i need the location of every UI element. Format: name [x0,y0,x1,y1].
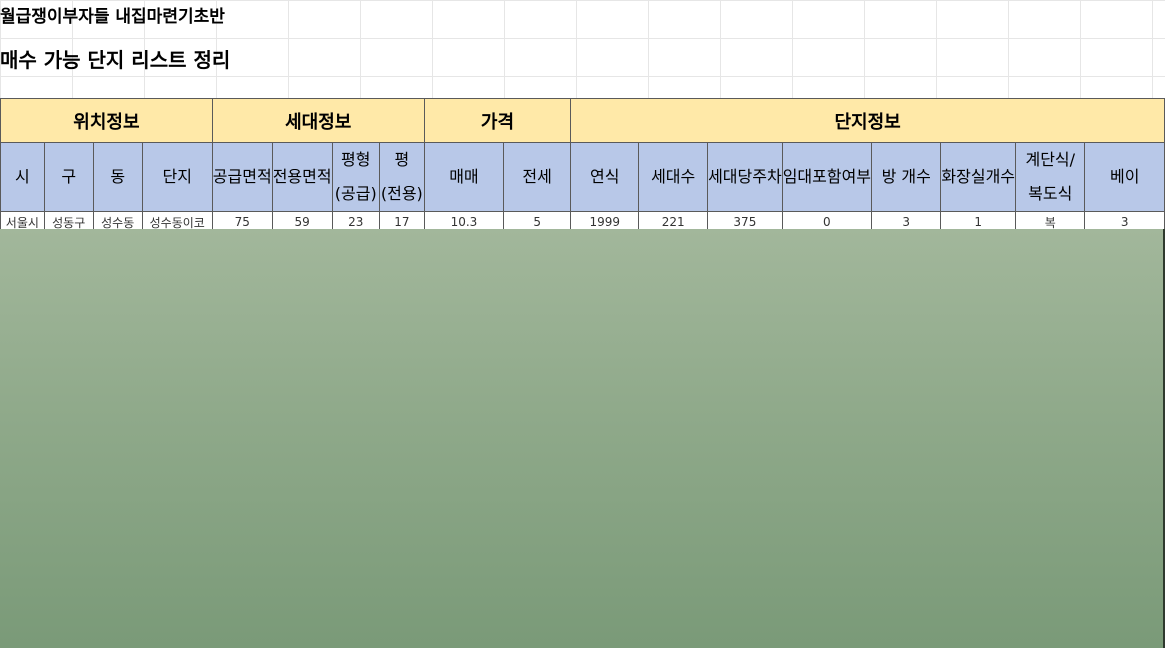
col-si[interactable]: 시 [0,142,45,212]
col-households[interactable]: 세대수 [638,142,709,212]
col-danji[interactable]: 단지 [141,142,213,212]
col-year[interactable]: 연식 [570,142,640,212]
col-jeonse[interactable]: 전세 [503,142,572,212]
sheet-title[interactable]: 월급쟁이부자들 내집마련기초반 [0,4,225,30]
col-pyeong-exclusive[interactable]: 평(전용) [378,142,425,212]
col-sale[interactable]: 매매 [423,142,505,212]
col-exclusive-area[interactable]: 전용면적 [271,142,333,212]
column-header-row: 시 구 동 단지 공급면적 전용면적 평형(공급) 평(전용) 매매 전세 연식… [0,142,1165,212]
col-supply-area[interactable]: 공급면적 [211,142,273,212]
col-bathrooms[interactable]: 화장실개수 [940,142,1017,212]
complex-list-table: 위치정보 세대정보 가격 단지정보 시 구 동 단지 공급면적 전용면적 평형(… [0,98,1165,233]
col-bay[interactable]: 베이 [1084,142,1165,212]
col-parking[interactable]: 세대당주차 [707,142,783,212]
col-rooms[interactable]: 방 개수 [871,142,942,212]
col-stair-type[interactable]: 계단식/복도식 [1015,142,1086,212]
col-pyeong-supply[interactable]: 평형(공급) [331,142,380,212]
group-complex[interactable]: 단지정보 [570,98,1165,143]
green-overlay-panel [0,229,1165,648]
col-rental[interactable]: 임대포함여부 [781,142,873,212]
group-price[interactable]: 가격 [423,98,572,143]
sheet-subtitle[interactable]: 매수 가능 단지 리스트 정리 [0,44,230,76]
group-header-row: 위치정보 세대정보 가격 단지정보 [0,98,1165,143]
col-gu[interactable]: 구 [43,142,94,212]
group-location[interactable]: 위치정보 [0,98,213,143]
group-household[interactable]: 세대정보 [211,98,425,143]
col-dong[interactable]: 동 [92,142,143,212]
